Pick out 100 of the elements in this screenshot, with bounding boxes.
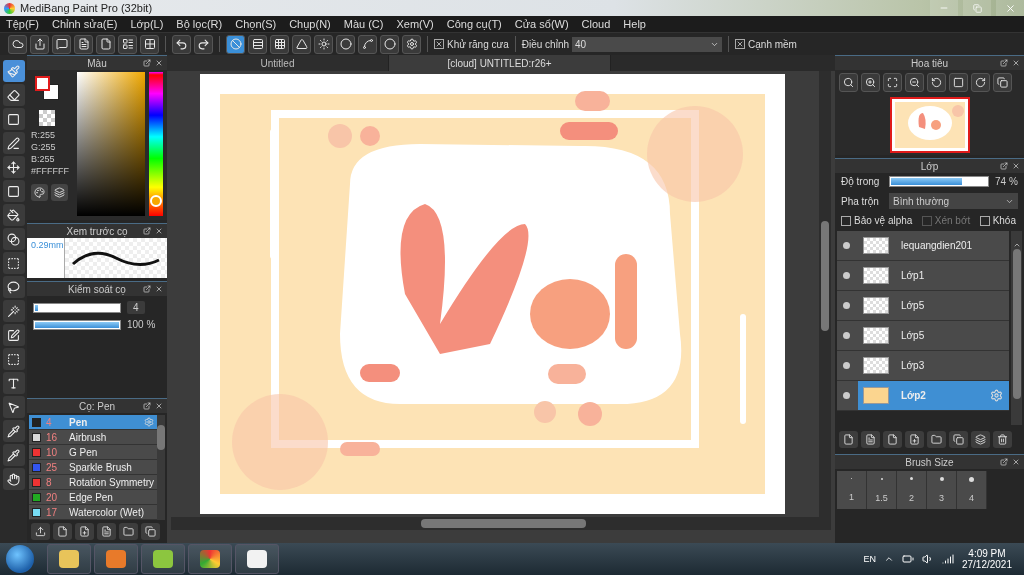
visibility-dot[interactable] xyxy=(843,272,850,279)
undock-icon[interactable] xyxy=(1000,59,1008,67)
undock-icon[interactable] xyxy=(143,285,151,293)
close-icon[interactable] xyxy=(155,402,163,410)
new-8bit-layer-button[interactable] xyxy=(861,431,880,448)
zoom-actual-button[interactable] xyxy=(839,73,858,92)
add-brush-button[interactable] xyxy=(75,523,94,540)
menu-item[interactable]: Help xyxy=(623,18,646,30)
clock[interactable]: 4:09 PM 27/12/2021 xyxy=(961,548,1012,570)
menu-item[interactable]: Cửa sổ(W) xyxy=(514,18,569,30)
fit-button[interactable] xyxy=(883,73,902,92)
delete-button[interactable] xyxy=(993,431,1012,448)
close-icon[interactable] xyxy=(1012,162,1020,170)
cloud-button[interactable] xyxy=(8,34,27,54)
snap-button[interactable] xyxy=(248,34,267,54)
brush-item[interactable]: 10 G Pen xyxy=(29,445,158,460)
checkbox[interactable] xyxy=(735,39,746,49)
rotate-right-button[interactable] xyxy=(971,73,990,92)
close-icon[interactable] xyxy=(1012,458,1020,466)
snap-button[interactable] xyxy=(402,34,421,54)
media-player-button[interactable] xyxy=(94,544,138,574)
visibility-dot[interactable] xyxy=(843,332,850,339)
tool-button[interactable] xyxy=(2,204,25,226)
brush-size-cell[interactable]: 4 xyxy=(957,471,987,509)
zoom-out-button[interactable] xyxy=(905,73,924,92)
upload-button[interactable] xyxy=(31,523,50,540)
brush-size-cell[interactable]: 1.5 xyxy=(867,471,897,509)
language-indicator[interactable]: EN xyxy=(863,554,876,564)
transparent-swatch[interactable] xyxy=(39,110,55,126)
brush-item[interactable]: 8 Rotation Symmetry xyxy=(29,475,158,490)
tool-button[interactable] xyxy=(2,348,25,370)
tool-button[interactable] xyxy=(2,108,25,130)
color-settings-button[interactable] xyxy=(51,184,68,201)
tool-button[interactable] xyxy=(2,396,25,418)
tool-button[interactable] xyxy=(2,180,25,202)
tool-button[interactable] xyxy=(2,324,25,346)
close-icon[interactable] xyxy=(155,227,163,235)
tool-button[interactable] xyxy=(2,132,25,154)
scrollbar[interactable] xyxy=(157,415,166,520)
folder-button[interactable] xyxy=(927,431,946,448)
menu-item[interactable]: Lớp(L) xyxy=(130,18,164,30)
new-layer-button[interactable] xyxy=(839,431,858,448)
explorer-button[interactable] xyxy=(47,544,91,574)
undock-icon[interactable] xyxy=(143,227,151,235)
tool-button[interactable] xyxy=(2,468,25,490)
menu-item[interactable]: Màu (C) xyxy=(343,18,384,30)
menu-item[interactable]: Tệp(F) xyxy=(6,18,39,30)
tool-button[interactable] xyxy=(2,444,25,466)
list-button[interactable] xyxy=(118,34,137,54)
menu-item[interactable]: Cloud xyxy=(581,18,611,30)
palette-button[interactable] xyxy=(31,184,48,201)
menu-item[interactable]: Chọn(S) xyxy=(235,18,277,30)
menu-item[interactable]: Chụp(N) xyxy=(289,18,331,30)
tool-button[interactable] xyxy=(2,156,25,178)
tool-button[interactable] xyxy=(2,372,25,394)
merge-button[interactable] xyxy=(971,431,990,448)
visibility-dot[interactable] xyxy=(843,302,850,309)
tool-button[interactable] xyxy=(2,300,25,322)
undock-icon[interactable] xyxy=(1000,162,1008,170)
snap-button[interactable] xyxy=(358,34,377,54)
horizontal-scrollbar[interactable] xyxy=(171,517,831,530)
saturation-value-picker[interactable] xyxy=(77,72,145,216)
blend-mode-dropdown[interactable]: Bình thường xyxy=(889,193,1018,209)
brush-item[interactable]: 20 Edge Pen xyxy=(29,490,158,505)
add-layer-button[interactable] xyxy=(905,431,924,448)
correction-dropdown[interactable]: 40 xyxy=(572,36,723,52)
tool-button[interactable] xyxy=(2,420,25,442)
close-icon[interactable] xyxy=(155,59,163,67)
slider-track[interactable] xyxy=(33,302,121,313)
visibility-dot[interactable] xyxy=(843,242,850,249)
checkbox[interactable] xyxy=(841,215,851,226)
grid-button[interactable] xyxy=(140,34,159,54)
browser-button[interactable] xyxy=(188,544,232,574)
close-icon[interactable] xyxy=(1012,59,1020,67)
tool-button[interactable] xyxy=(2,276,25,298)
menu-item[interactable]: Xem(V) xyxy=(396,18,434,30)
document-tab[interactable]: [cloud] UNTITLED:r26+ xyxy=(389,55,611,71)
snap-button[interactable] xyxy=(226,34,245,54)
visibility-dot[interactable] xyxy=(843,362,850,369)
tool-button[interactable] xyxy=(2,84,25,106)
page-button[interactable] xyxy=(96,34,115,54)
brush-item[interactable]: 25 Sparkle Brush xyxy=(29,460,158,475)
brush-size-cell[interactable]: 2 xyxy=(897,471,927,509)
brush-size-cell[interactable]: 3 xyxy=(927,471,957,509)
color-swatch-drawing[interactable] xyxy=(35,76,61,102)
new-1bit-layer-button[interactable] xyxy=(883,431,902,448)
redo-button[interactable] xyxy=(194,34,213,54)
hue-handle[interactable] xyxy=(150,194,162,207)
share-button[interactable] xyxy=(30,34,49,54)
undock-icon[interactable] xyxy=(143,59,151,67)
app-button[interactable] xyxy=(141,544,185,574)
menu-item[interactable]: Công cụ(T) xyxy=(446,18,502,30)
comment-button[interactable] xyxy=(52,34,71,54)
duplicate-button[interactable] xyxy=(141,523,160,540)
brush-size-cell[interactable]: 1 xyxy=(837,471,867,509)
visibility-dot[interactable] xyxy=(843,392,850,399)
brush-item[interactable]: 17 Watercolor (Wet) xyxy=(29,505,158,520)
checkbox[interactable] xyxy=(434,39,444,49)
scrollbar[interactable] xyxy=(1011,231,1022,425)
fit-window-button[interactable] xyxy=(949,73,968,92)
